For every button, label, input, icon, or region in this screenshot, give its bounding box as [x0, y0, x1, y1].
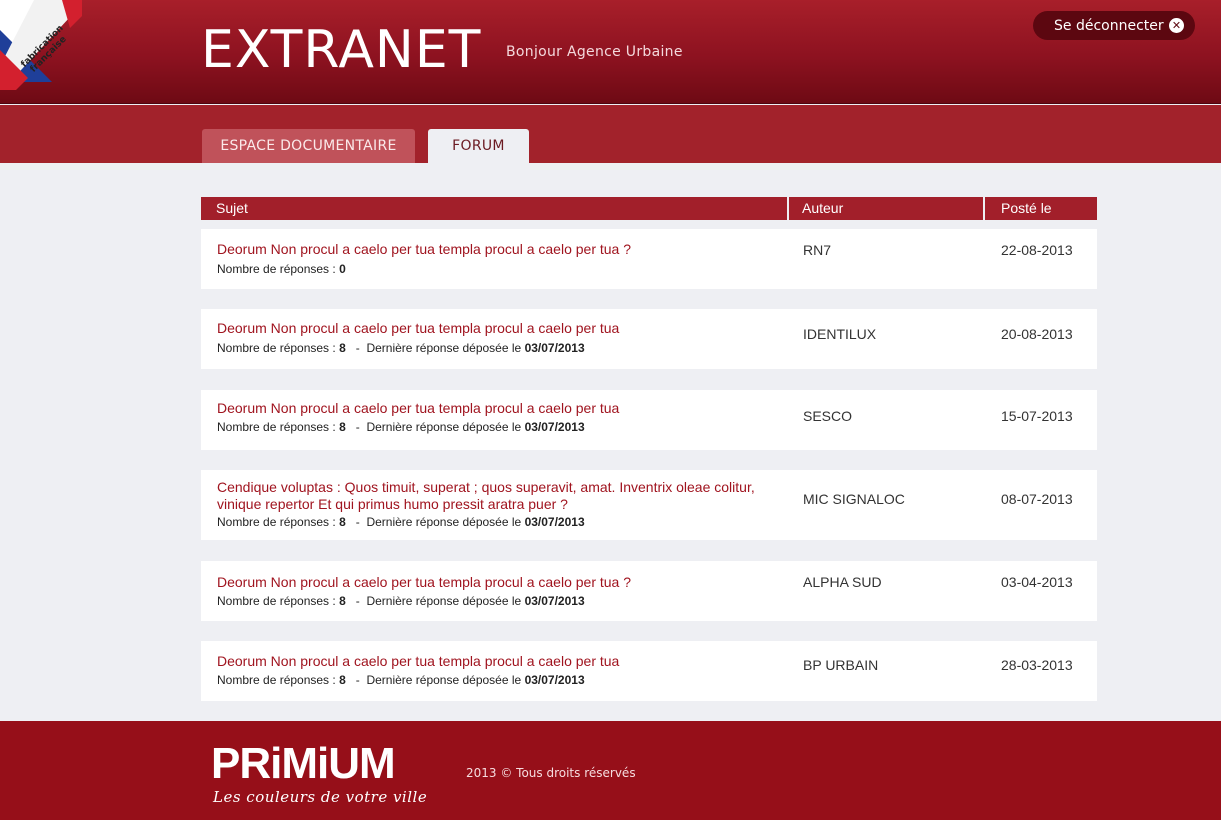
topic-date: 28-03-2013	[1001, 657, 1073, 673]
site-footer: PRiMiUM Les couleurs de votre ville 2013…	[0, 721, 1221, 820]
copyright-text: 2013 © Tous droits réservés	[466, 766, 636, 780]
topic-subject-link[interactable]: Deorum Non procul a caelo per tua templa…	[217, 653, 777, 670]
primium-logo: PRiMiUM	[211, 739, 396, 788]
table-row[interactable]: Cendique voluptas : Quos timuit, superat…	[201, 470, 1097, 540]
brand-title: EXTRANET	[201, 20, 482, 80]
reply-count: 0	[339, 262, 346, 276]
topic-author: SESCO	[803, 408, 853, 424]
table-row[interactable]: Deorum Non procul a caelo per tua templa…	[201, 561, 1097, 621]
reply-count: 8	[339, 515, 346, 529]
topic-meta: Nombre de réponses : 8 - Dernière répons…	[217, 594, 585, 608]
table-row[interactable]: Deorum Non procul a caelo per tua templa…	[201, 309, 1097, 369]
site-header: fabrication française EXTRANET Bonjour A…	[0, 0, 1221, 104]
topic-date: 08-07-2013	[1001, 491, 1073, 507]
topic-subject-link[interactable]: Deorum Non procul a caelo per tua templa…	[217, 574, 777, 591]
topic-date: 03-04-2013	[1001, 574, 1073, 590]
last-reply-date: 03/07/2013	[524, 341, 585, 355]
topic-meta: Nombre de réponses : 0	[217, 262, 346, 276]
reply-count: 8	[339, 594, 346, 608]
column-divider	[983, 197, 985, 220]
table-row[interactable]: Deorum Non procul a caelo per tua templa…	[201, 390, 1097, 450]
topic-date: 15-07-2013	[1001, 408, 1073, 424]
topic-author: ALPHA SUD	[803, 574, 882, 590]
column-divider	[787, 197, 789, 220]
topic-author: IDENTILUX	[803, 326, 877, 342]
forum-table-header: Sujet Auteur Posté le	[201, 197, 1097, 220]
column-header-auteur[interactable]: Auteur	[802, 197, 843, 220]
close-icon: ✕	[1169, 18, 1184, 33]
last-reply-date: 03/07/2013	[524, 515, 585, 529]
topic-author: RN7	[803, 242, 832, 258]
topic-subject-link[interactable]: Deorum Non procul a caelo per tua templa…	[217, 241, 777, 258]
topic-meta: Nombre de réponses : 8 - Dernière répons…	[217, 673, 585, 687]
topic-author: BP URBAIN	[803, 657, 879, 673]
fabrication-francaise-badge: fabrication française	[0, 0, 90, 90]
logo-tagline: Les couleurs de votre ville	[213, 788, 428, 806]
topic-date: 22-08-2013	[1001, 242, 1073, 258]
topic-date: 20-08-2013	[1001, 326, 1073, 342]
last-reply-date: 03/07/2013	[524, 594, 585, 608]
user-greeting: Bonjour Agence Urbaine	[506, 44, 683, 60]
tab-espace-documentaire[interactable]: ESPACE DOCUMENTAIRE	[202, 129, 415, 163]
logout-button[interactable]: Se déconnecter ✕	[1033, 11, 1195, 40]
column-header-sujet[interactable]: Sujet	[216, 197, 248, 220]
reply-count: 8	[339, 341, 346, 355]
reply-count: 8	[339, 673, 346, 687]
topic-subject-link[interactable]: Deorum Non procul a caelo per tua templa…	[217, 400, 777, 417]
tab-bar: ESPACE DOCUMENTAIRE FORUM	[0, 105, 1221, 163]
topic-meta: Nombre de réponses : 8 - Dernière répons…	[217, 341, 585, 355]
tab-forum[interactable]: FORUM	[428, 129, 529, 163]
topic-meta: Nombre de réponses : 8 - Dernière répons…	[217, 515, 585, 529]
topic-author: MIC SIGNALOC	[803, 491, 905, 507]
last-reply-date: 03/07/2013	[524, 420, 585, 434]
topic-meta: Nombre de réponses : 8 - Dernière répons…	[217, 420, 585, 434]
last-reply-date: 03/07/2013	[524, 673, 585, 687]
table-row[interactable]: Deorum Non procul a caelo per tua templa…	[201, 641, 1097, 701]
topic-subject-link[interactable]: Cendique voluptas : Quos timuit, superat…	[217, 479, 777, 513]
logout-label: Se déconnecter	[1054, 17, 1164, 34]
table-row[interactable]: Deorum Non procul a caelo per tua templa…	[201, 229, 1097, 289]
column-header-date[interactable]: Posté le	[1001, 197, 1052, 220]
reply-count: 8	[339, 420, 346, 434]
topic-subject-link[interactable]: Deorum Non procul a caelo per tua templa…	[217, 320, 777, 337]
